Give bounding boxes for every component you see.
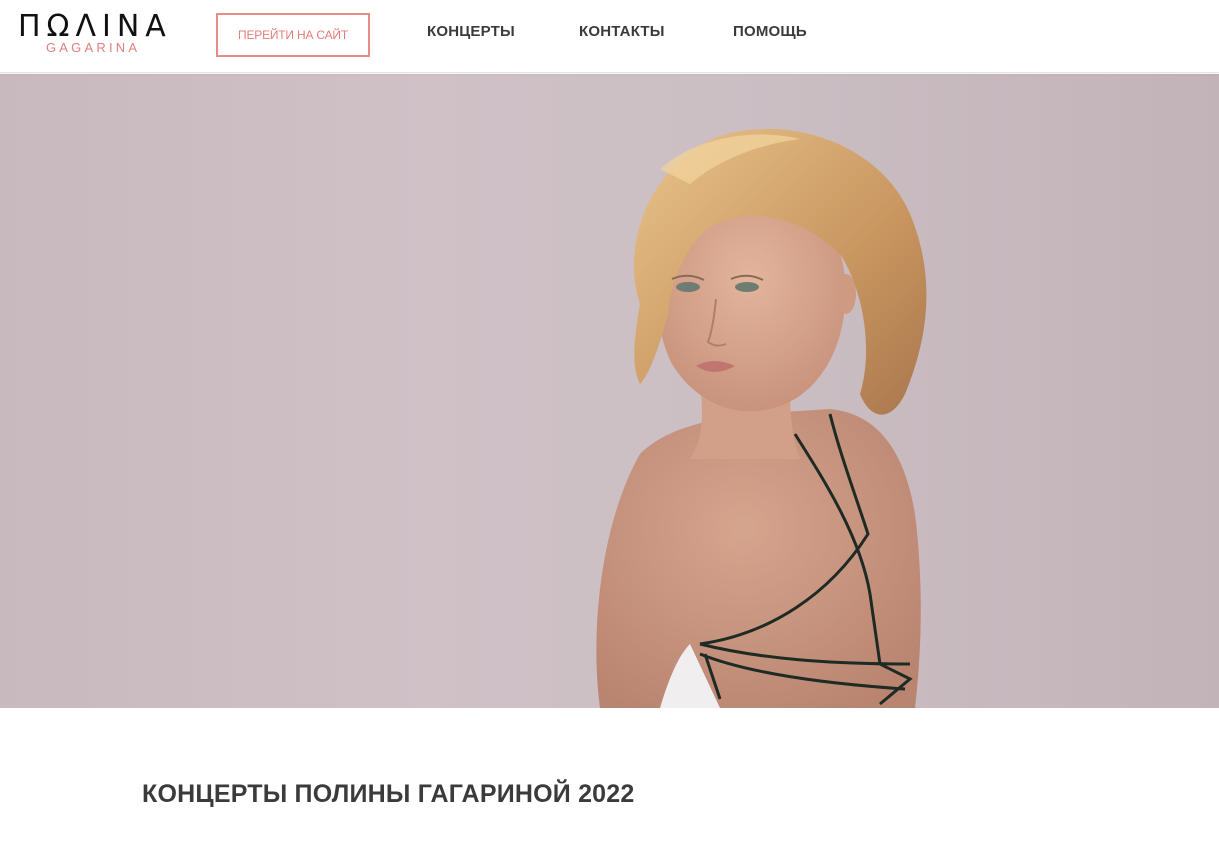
nav-link-contacts[interactable]: КОНТАКТЫ: [579, 23, 665, 40]
site-header: ΠΩΛΙΝΑ GAGARINA ПЕРЕЙТИ НА САЙТ КОНЦЕРТЫ…: [0, 0, 1219, 73]
hero-banner: [0, 74, 1219, 708]
logo-top-text: ΠΩΛΙΝΑ: [18, 9, 172, 44]
go-to-site-button[interactable]: ПЕРЕЙТИ НА САЙТ: [216, 13, 370, 57]
site-logo[interactable]: ΠΩΛΙΝΑ GAGARINA: [18, 10, 183, 58]
nav-link-concerts[interactable]: КОНЦЕРТЫ: [427, 23, 515, 40]
logo-bottom-text: GAGARINA: [46, 40, 141, 55]
concerts-section-title: КОНЦЕРТЫ ПОЛИНЫ ГАГАРИНОЙ 2022: [142, 780, 635, 808]
nav-link-help[interactable]: ПОМОЩЬ: [733, 23, 807, 40]
hero-portrait-image: [596, 128, 927, 708]
